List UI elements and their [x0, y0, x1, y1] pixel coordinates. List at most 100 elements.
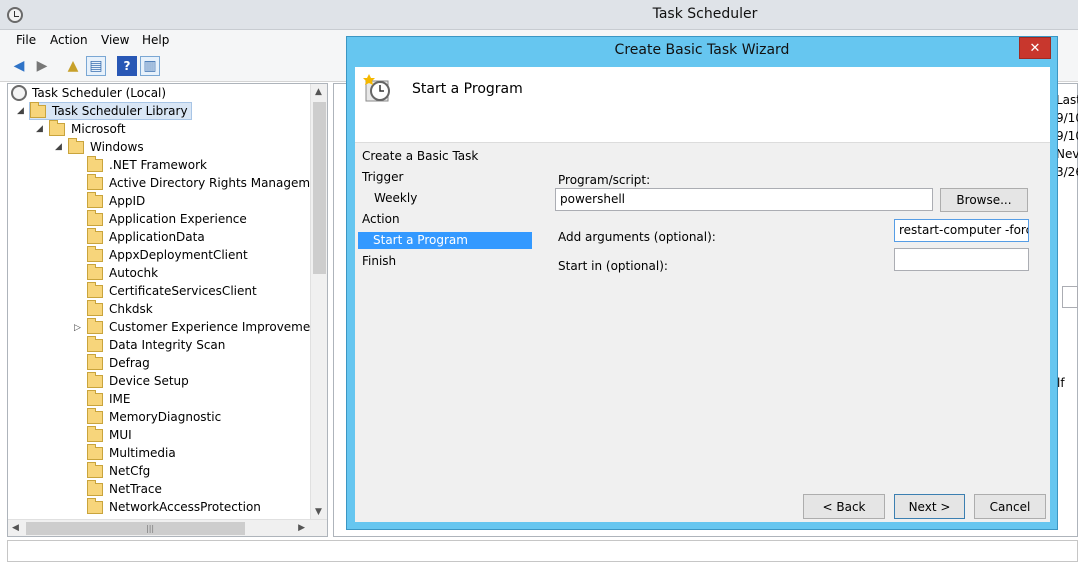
tree-horizontal-scroll-thumb[interactable]: |||: [26, 522, 245, 535]
window-title: Task Scheduler: [652, 6, 758, 22]
tree-item-folder[interactable]: MemoryDiagnostic: [87, 407, 221, 426]
folder-icon: [68, 137, 84, 154]
tree-item-folder[interactable]: Data Integrity Scan: [87, 335, 225, 354]
cell-last-run: 3/26: [1056, 165, 1078, 179]
add-arguments-label: Add arguments (optional):: [558, 230, 716, 244]
next-button[interactable]: Next >: [894, 494, 965, 519]
wizard-page-title: Start a Program: [412, 81, 523, 97]
cancel-button[interactable]: Cancel: [974, 494, 1046, 519]
folder-icon: [87, 479, 103, 496]
tree-item-folder[interactable]: Device Setup: [87, 371, 189, 390]
folder-icon: [87, 407, 103, 424]
folder-icon: [87, 443, 103, 460]
step-start-a-program: Start a Program: [358, 232, 532, 249]
tree-item-folder[interactable]: NetworkAccessProtection: [87, 497, 261, 516]
tree-item-folder[interactable]: Active Directory Rights Management S: [87, 173, 327, 192]
folder-icon: [87, 353, 103, 370]
tree-item-microsoft[interactable]: Microsoft: [49, 119, 126, 138]
step-weekly: Weekly: [374, 191, 418, 205]
step-create-basic-task: Create a Basic Task: [362, 149, 479, 163]
tree-item-task-scheduler-library[interactable]: Task Scheduler Library: [29, 101, 192, 120]
tree-horizontal-scrollbar[interactable]: ◀ ||| ▶: [8, 519, 327, 536]
scroll-left-arrow-icon[interactable]: ◀: [12, 523, 19, 533]
back-arrow-icon[interactable]: ◀: [9, 56, 29, 76]
tree-vertical-scrollbar[interactable]: ▲ ▼: [310, 84, 327, 520]
tree-root[interactable]: Task Scheduler (Local): [11, 84, 166, 102]
tree-item-folder[interactable]: IME: [87, 389, 130, 408]
expand-windows-icon[interactable]: ◢: [55, 142, 62, 152]
folder-icon: [87, 245, 103, 262]
clock-icon: [11, 85, 27, 101]
forward-arrow-icon[interactable]: ▶: [32, 56, 52, 76]
program-script-input[interactable]: powershell: [555, 188, 933, 211]
background-side-text: lf: [1057, 376, 1065, 390]
menu-file[interactable]: File: [16, 33, 36, 47]
show-action-pane-icon[interactable]: ▥: [140, 56, 160, 76]
folder-icon: [87, 335, 103, 352]
menu-action[interactable]: Action: [50, 33, 88, 47]
folder-icon: [87, 497, 103, 514]
step-action: Action: [362, 212, 400, 226]
expand-microsoft-icon[interactable]: ◢: [36, 124, 43, 134]
scroll-right-arrow-icon[interactable]: ▶: [298, 523, 305, 533]
scroll-up-arrow-icon[interactable]: ▲: [315, 87, 322, 97]
tree-item-windows[interactable]: Windows: [68, 137, 144, 156]
wizard-header: Start a Program: [355, 67, 1050, 142]
navigation-tree: Task Scheduler (Local) ◢ Task Scheduler …: [7, 83, 328, 537]
add-arguments-input[interactable]: restart-computer -force: [894, 219, 1029, 242]
tree-item-folder[interactable]: CertificateServicesClient: [87, 281, 257, 300]
start-in-input[interactable]: [894, 248, 1029, 271]
background-input[interactable]: [1062, 286, 1078, 308]
tree-item-folder[interactable]: AppID: [87, 191, 145, 210]
browse-button[interactable]: Browse...: [940, 188, 1028, 212]
tree-item-folder[interactable]: Chkdsk: [87, 299, 153, 318]
tree-item-folder[interactable]: Application Experience: [87, 209, 247, 228]
help-icon[interactable]: ?: [117, 56, 137, 76]
folder-icon: [87, 173, 103, 190]
step-trigger: Trigger: [362, 170, 404, 184]
status-bar: [7, 540, 1078, 562]
expand-ceip-icon[interactable]: ▷: [74, 323, 81, 333]
step-finish: Finish: [362, 254, 397, 268]
start-in-label: Start in (optional):: [558, 259, 668, 273]
folder-icon: [87, 299, 103, 316]
tree-item-folder[interactable]: .NET Framework: [87, 155, 207, 174]
folder-icon: [87, 263, 103, 280]
column-header-last-run[interactable]: Last: [1056, 93, 1078, 107]
folder-icon: [87, 425, 103, 442]
menu-view[interactable]: View: [101, 33, 129, 47]
tree-vertical-scroll-thumb[interactable]: [313, 102, 326, 274]
close-icon[interactable]: ✕: [1019, 37, 1051, 59]
tree-item-folder[interactable]: MUI: [87, 425, 132, 444]
program-script-label: Program/script:: [558, 173, 651, 187]
folder-icon: [87, 317, 103, 334]
up-folder-icon[interactable]: ▲: [63, 56, 83, 76]
folder-icon: [87, 227, 103, 244]
back-button[interactable]: < Back: [803, 494, 885, 519]
menu-help[interactable]: Help: [142, 33, 169, 47]
folder-icon: [87, 461, 103, 478]
expand-library-icon[interactable]: ◢: [17, 106, 24, 116]
folder-icon: [87, 371, 103, 388]
folder-clock-icon: [30, 101, 46, 118]
tree-item-folder[interactable]: Customer Experience Improvement Pr: [87, 317, 327, 336]
cell-last-run: Neve: [1056, 147, 1078, 161]
create-basic-task-wizard: Create Basic Task Wizard ✕ Start a Progr…: [346, 36, 1058, 530]
folder-icon: [87, 209, 103, 226]
folder-icon: [87, 155, 103, 172]
task-scheduler-clock-icon: [7, 7, 23, 23]
tree-item-folder[interactable]: NetTrace: [87, 479, 162, 498]
scroll-down-arrow-icon[interactable]: ▼: [315, 507, 322, 517]
main-titlebar: Task Scheduler: [0, 0, 1078, 30]
folder-icon: [87, 281, 103, 298]
tree-item-folder[interactable]: ApplicationData: [87, 227, 205, 246]
tree-item-folder[interactable]: NetCfg: [87, 461, 150, 480]
folder-icon: [87, 389, 103, 406]
tree-item-folder[interactable]: Defrag: [87, 353, 150, 372]
tree-item-folder[interactable]: AppxDeploymentClient: [87, 245, 248, 264]
task-clock-icon: [363, 74, 390, 102]
folder-icon: [87, 191, 103, 208]
show-hide-tree-icon[interactable]: ▤: [86, 56, 106, 76]
tree-item-folder[interactable]: Autochk: [87, 263, 158, 282]
tree-item-folder[interactable]: Multimedia: [87, 443, 176, 462]
